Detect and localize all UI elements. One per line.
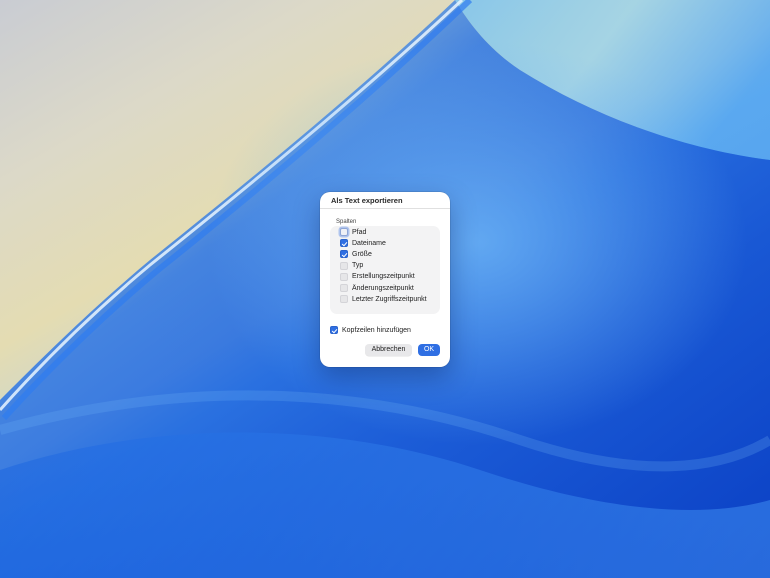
letzter-zugriffszeitpunkt-label: Letzter Zugriffszeitpunkt [352, 295, 427, 303]
pfad-checkbox[interactable] [340, 228, 348, 236]
groesse-label: Größe [352, 250, 372, 258]
columns-group: Pfad Dateiname Größe Typ Erstellungszeit… [330, 226, 440, 314]
add-headers-label: Kopfzeilen hinzufügen [342, 326, 411, 334]
groesse-checkbox[interactable] [340, 250, 348, 259]
pfad-label: Pfad [352, 228, 367, 236]
desktop: Als Text exportieren Spalten Pfad Datein… [0, 0, 770, 578]
dateiname-checkbox[interactable] [340, 239, 348, 248]
column-option-typ[interactable]: Typ [340, 261, 363, 271]
column-option-pfad[interactable]: Pfad [340, 227, 366, 237]
cancel-button[interactable]: Abbrechen [365, 344, 412, 356]
column-option-aenderungszeitpunkt[interactable]: Änderungszeitpunkt [340, 283, 414, 293]
aenderungszeitpunkt-label: Änderungszeitpunkt [352, 284, 414, 292]
column-option-erstellungszeitpunkt[interactable]: Erstellungszeitpunkt [340, 272, 415, 282]
export-as-text-dialog: Als Text exportieren Spalten Pfad Datein… [320, 192, 450, 367]
column-option-groesse[interactable]: Größe [340, 249, 372, 259]
aenderungszeitpunkt-checkbox[interactable] [340, 284, 348, 292]
title-divider [320, 208, 450, 209]
erstellungszeitpunkt-label: Erstellungszeitpunkt [352, 273, 415, 281]
column-option-dateiname[interactable]: Dateiname [340, 238, 386, 248]
typ-checkbox[interactable] [340, 261, 348, 270]
dateiname-label: Dateiname [352, 239, 386, 247]
dialog-title: Als Text exportieren [331, 196, 403, 205]
add-headers-checkbox[interactable] [330, 326, 338, 334]
column-option-letzter-zugriffszeitpunkt[interactable]: Letzter Zugriffszeitpunkt [340, 294, 427, 304]
columns-section-label: Spalten [336, 219, 357, 225]
ok-button[interactable]: OK [418, 344, 440, 356]
typ-label: Typ [352, 262, 364, 270]
add-headers-option[interactable]: Kopfzeilen hinzufügen [330, 325, 411, 335]
erstellungszeitpunkt-checkbox[interactable] [340, 272, 348, 281]
letzter-zugriffszeitpunkt-checkbox[interactable] [340, 295, 348, 304]
